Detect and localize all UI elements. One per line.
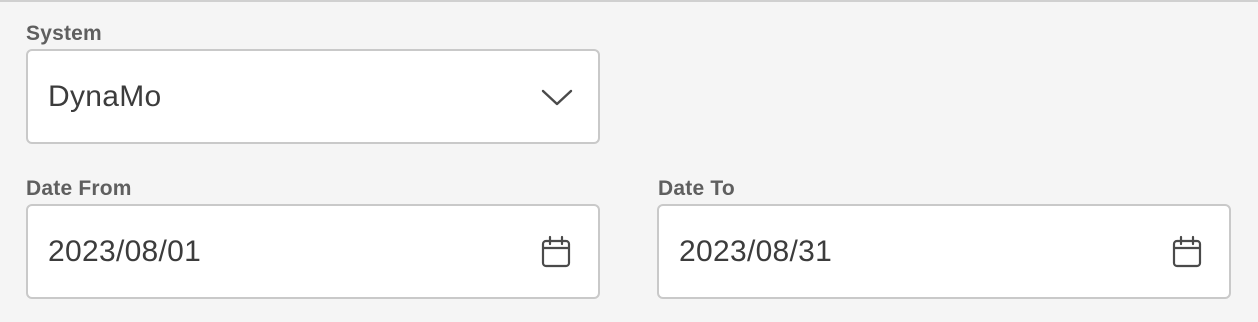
calendar-icon[interactable] (1171, 235, 1203, 269)
system-select[interactable]: DynaMo (26, 49, 600, 144)
top-divider (0, 0, 1258, 2)
date-from-field[interactable]: 2023/08/01 (26, 204, 600, 299)
date-from-label: Date From (26, 177, 132, 200)
date-from-value: 2023/08/01 (48, 234, 202, 268)
filter-form: System DynaMo Date From 2023/08/01 Date … (0, 0, 1258, 322)
calendar-icon[interactable] (540, 235, 572, 269)
date-to-label: Date To (658, 177, 735, 200)
system-selected-value: DynaMo (48, 79, 162, 113)
system-label: System (26, 22, 102, 45)
chevron-down-icon[interactable] (540, 87, 574, 107)
date-to-field[interactable]: 2023/08/31 (657, 204, 1231, 299)
date-to-value: 2023/08/31 (679, 234, 833, 268)
